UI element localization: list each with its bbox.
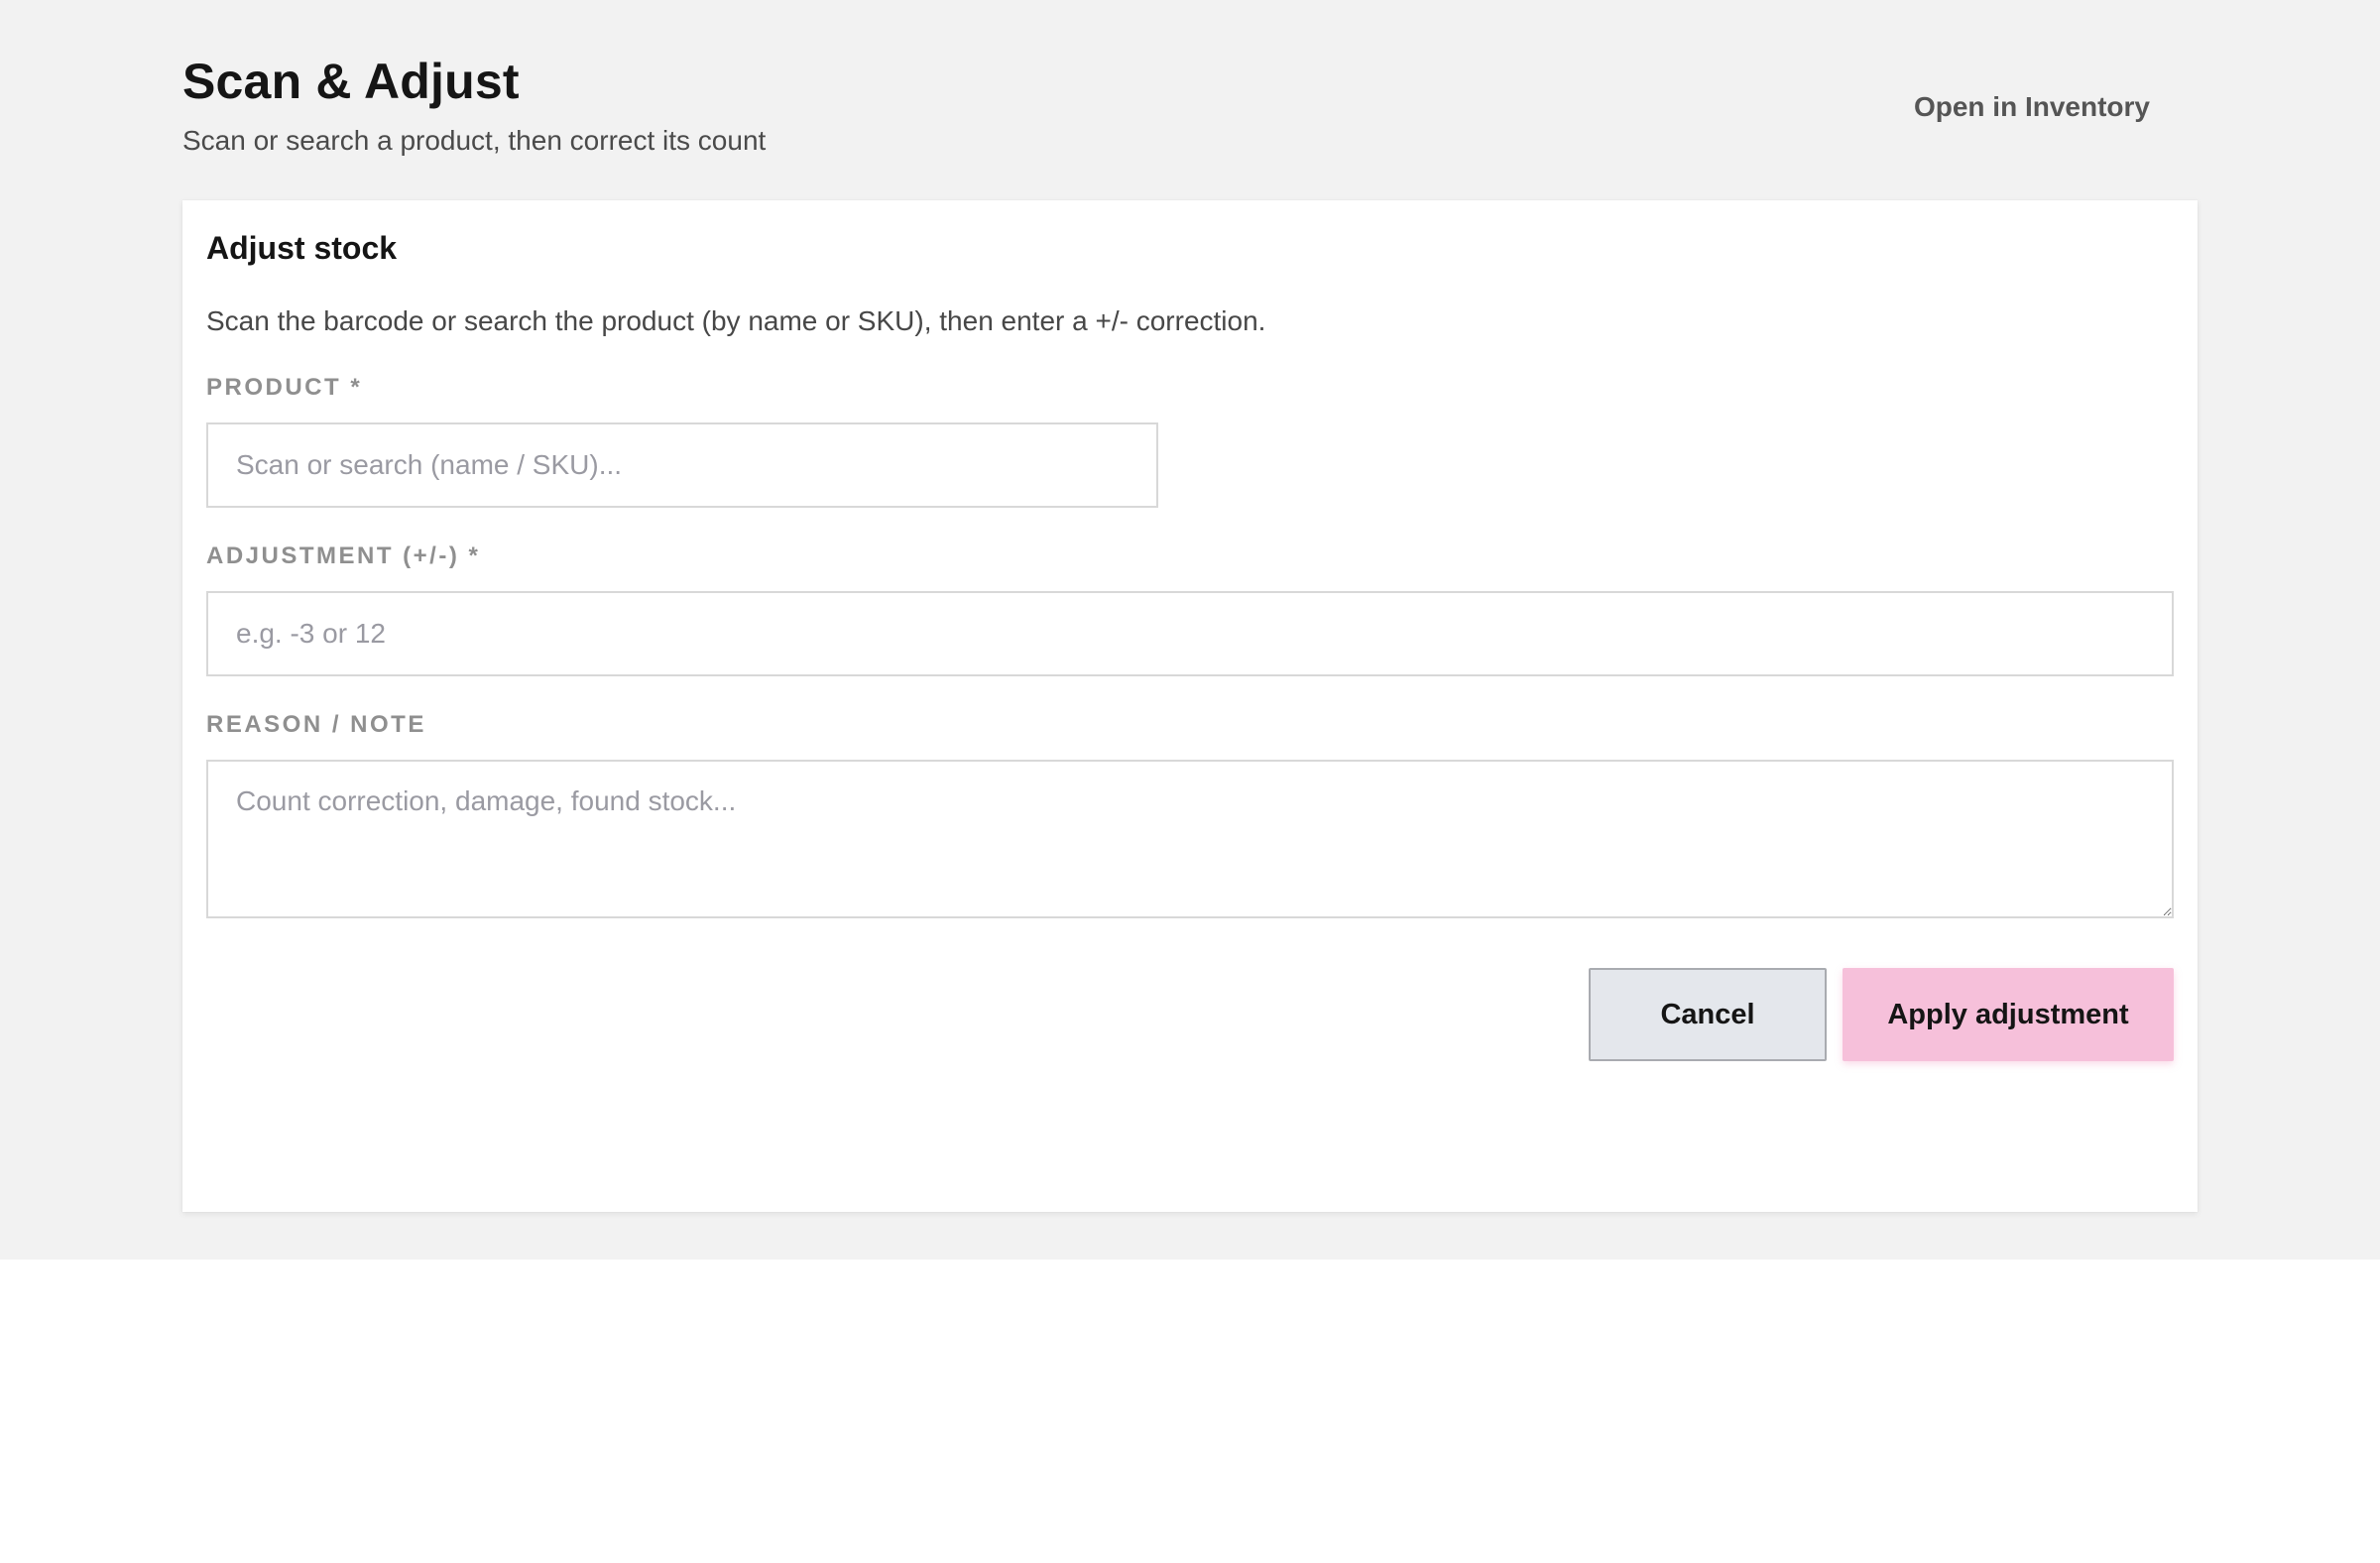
page-header: Scan & Adjust Scan or search a product, … (182, 52, 766, 159)
page-subtitle: Scan or search a product, then correct i… (182, 125, 767, 156)
adjustment-input[interactable] (206, 591, 2174, 676)
form-actions: Cancel Apply adjustment (1589, 968, 2174, 1061)
adjust-stock-card: Adjust stock Scan the barcode or search … (182, 200, 2198, 1212)
lower-blank-area (0, 1260, 2380, 1563)
reason-label: REASON / NOTE (206, 711, 426, 738)
adjustment-label: ADJUSTMENT (+/-) * (206, 542, 481, 569)
card-title: Adjust stock (206, 230, 398, 266)
open-in-inventory-link[interactable]: Open in Inventory (1914, 89, 2150, 125)
apply-adjustment-button[interactable]: Apply adjustment (1843, 968, 2174, 1061)
product-label: PRODUCT * (206, 374, 363, 401)
cancel-button[interactable]: Cancel (1589, 968, 1827, 1061)
product-search-input[interactable] (206, 422, 1158, 508)
card-description: Scan the barcode or search the product (… (206, 305, 1266, 336)
page-title: Scan & Adjust (182, 54, 520, 109)
reason-note-textarea[interactable] (206, 760, 2174, 918)
